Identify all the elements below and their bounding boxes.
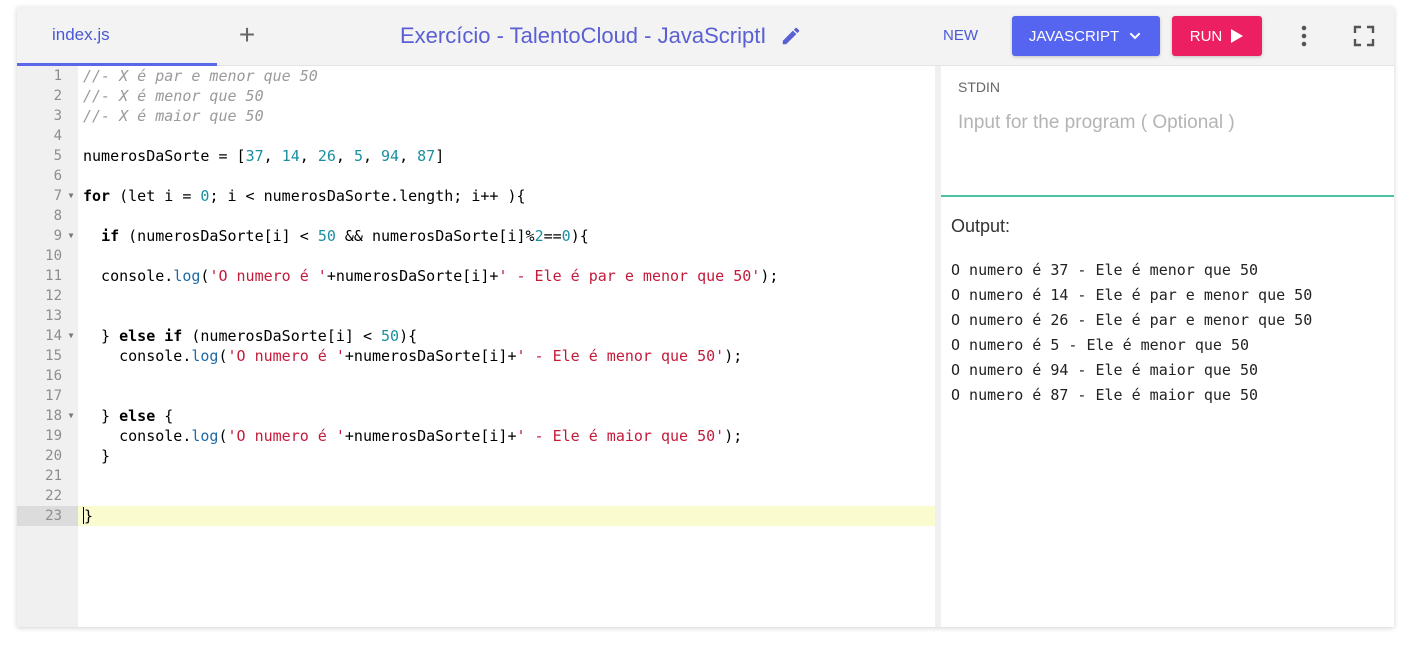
code-line[interactable]: 9 ▼ if (numerosDaSorte[i] < 50 && numeros… — [17, 226, 935, 246]
line-number: 5 — [53, 148, 62, 164]
output-line: O numero é 94 - Ele é maior que 50 — [951, 361, 1259, 379]
language-label: JAVASCRIPT — [1028, 27, 1120, 45]
code-line[interactable]: 22 — [17, 486, 935, 506]
pencil-icon[interactable] — [780, 25, 802, 47]
line-number: 6 — [53, 168, 62, 184]
output-line: O numero é 14 - Ele é par e menor que 50 — [951, 286, 1313, 304]
language-select-button[interactable]: JAVASCRIPT — [1012, 16, 1160, 56]
code-line[interactable]: 20 } — [17, 446, 935, 466]
code-line[interactable]: 11 console.log('O numero é '+numerosDaSo… — [17, 266, 935, 286]
code-lines[interactable]: 1 //- X é par e menor que 50 2 //- X é meno… — [17, 66, 935, 526]
code-text: //- X é maior que 50 — [83, 107, 264, 125]
new-button[interactable]: NEW — [943, 27, 978, 44]
fold-arrow-icon[interactable]: ▼ — [66, 186, 76, 206]
line-number: 2 — [53, 88, 62, 104]
code-line[interactable]: 23} — [17, 506, 935, 526]
code-line[interactable]: 12 — [17, 286, 935, 306]
code-text: if (numerosDaSorte[i] < 50 && numerosDaS… — [101, 227, 589, 245]
toolbar: index.js + Exercício - TalentoCloud - Ja… — [17, 7, 1394, 66]
code-text: console.log('O numero é '+numerosDaSorte… — [83, 267, 779, 285]
play-icon — [1231, 29, 1244, 43]
tab-index-js[interactable]: index.js — [17, 7, 217, 66]
code-line[interactable]: 21 — [17, 466, 935, 486]
run-button[interactable]: RUN — [1172, 16, 1262, 56]
line-number: 23 — [17, 506, 78, 526]
output-line: O numero é 37 - Ele é menor que 50 — [951, 261, 1259, 279]
output-line: O numero é 5 - Ele é menor que 50 — [951, 336, 1250, 354]
line-number: 13 — [45, 308, 62, 324]
code-line[interactable]: 13 — [17, 306, 935, 326]
code-playground: index.js + Exercício - TalentoCloud - Ja… — [17, 7, 1394, 627]
code-text: //- X é menor que 50 — [83, 87, 264, 105]
code-text: //- X é par e menor que 50 — [83, 67, 318, 85]
code-line[interactable]: 3 //- X é maior que 50 — [17, 106, 935, 126]
code-text: console.log('O numero é '+numerosDaSorte… — [83, 427, 743, 445]
code-text: } — [83, 507, 94, 525]
line-number: 17 — [45, 388, 62, 404]
project-title: Exercício - TalentoCloud - JavaScriptI — [400, 23, 767, 48]
line-number: 20 — [45, 448, 62, 464]
code-line[interactable]: 4 — [17, 126, 935, 146]
line-number: 12 — [45, 288, 62, 304]
line-number: 16 — [45, 368, 62, 384]
code-line[interactable]: 16 — [17, 366, 935, 386]
output-label: Output: — [951, 216, 1011, 236]
code-line[interactable]: 2 //- X é menor que 50 — [17, 86, 935, 106]
code-line[interactable]: 7 ▼ for (let i = 0; i < numerosDaSorte.len… — [17, 186, 935, 206]
chevron-down-icon — [1129, 32, 1141, 40]
line-number: 11 — [45, 268, 62, 284]
more-options-icon[interactable] — [1293, 24, 1315, 48]
output-console: O numero é 37 - Ele é menor que 50 O nume… — [951, 258, 1391, 408]
line-number: 19 — [45, 428, 62, 444]
fold-arrow-icon[interactable]: ▼ — [66, 406, 76, 426]
code-text: numerosDaSorte = [37, 14, 26, 5, 94, 87] — [83, 147, 445, 165]
code-line[interactable]: 5 numerosDaSorte = [37, 14, 26, 5, 94, 87… — [17, 146, 935, 166]
line-number: 15 — [45, 348, 62, 364]
line-number: 22 — [45, 488, 62, 504]
fold-arrow-icon[interactable]: ▼ — [66, 326, 76, 346]
stdin-label: STDIN — [958, 79, 1000, 95]
code-line[interactable]: 15 console.log('O numero é '+numerosDaSo… — [17, 346, 935, 366]
io-panel: STDIN Output: O numero é 37 - Ele é meno… — [941, 66, 1394, 627]
output-line: O numero é 87 - Ele é maior que 50 — [951, 386, 1259, 404]
line-number: 21 — [45, 468, 62, 484]
fold-arrow-icon[interactable]: ▼ — [66, 226, 76, 246]
code-text: for (let i = 0; i < numerosDaSorte.lengt… — [83, 187, 526, 205]
line-number: 3 — [53, 108, 62, 124]
fullscreen-icon[interactable] — [1353, 25, 1375, 47]
code-line[interactable]: 10 — [17, 246, 935, 266]
output-line: O numero é 26 - Ele é par e menor que 50 — [951, 311, 1313, 329]
line-number: 8 — [53, 208, 62, 224]
code-text: } else { — [83, 407, 174, 425]
code-line[interactable]: 6 — [17, 166, 935, 186]
code-line[interactable]: 8 — [17, 206, 935, 226]
code-line[interactable]: 18 ▼ } else { — [17, 406, 935, 426]
title-group: Exercício - TalentoCloud - JavaScriptI — [400, 22, 802, 50]
run-label: RUN — [1189, 27, 1223, 45]
code-line[interactable]: 19 console.log('O numero é '+numerosDaSo… — [17, 426, 935, 446]
code-line[interactable]: 17 — [17, 386, 935, 406]
stdin-input[interactable] — [958, 108, 1378, 138]
io-divider — [941, 195, 1394, 197]
line-number: 10 — [45, 248, 62, 264]
code-line[interactable]: 14 ▼ } else if (numerosDaSorte[i] < 50){ — [17, 326, 935, 346]
line-number: 1 — [53, 68, 62, 84]
plus-icon[interactable]: + — [233, 21, 261, 49]
code-text: } — [83, 447, 111, 465]
code-text: console.log('O numero é '+numerosDaSorte… — [83, 347, 743, 365]
code-line[interactable]: 1 //- X é par e menor que 50 — [17, 66, 935, 86]
code-text: } else if (numerosDaSorte[i] < 50){ — [83, 327, 418, 345]
line-number: 4 — [53, 128, 62, 144]
code-editor[interactable]: 1 //- X é par e menor que 50 2 //- X é meno… — [17, 66, 935, 627]
